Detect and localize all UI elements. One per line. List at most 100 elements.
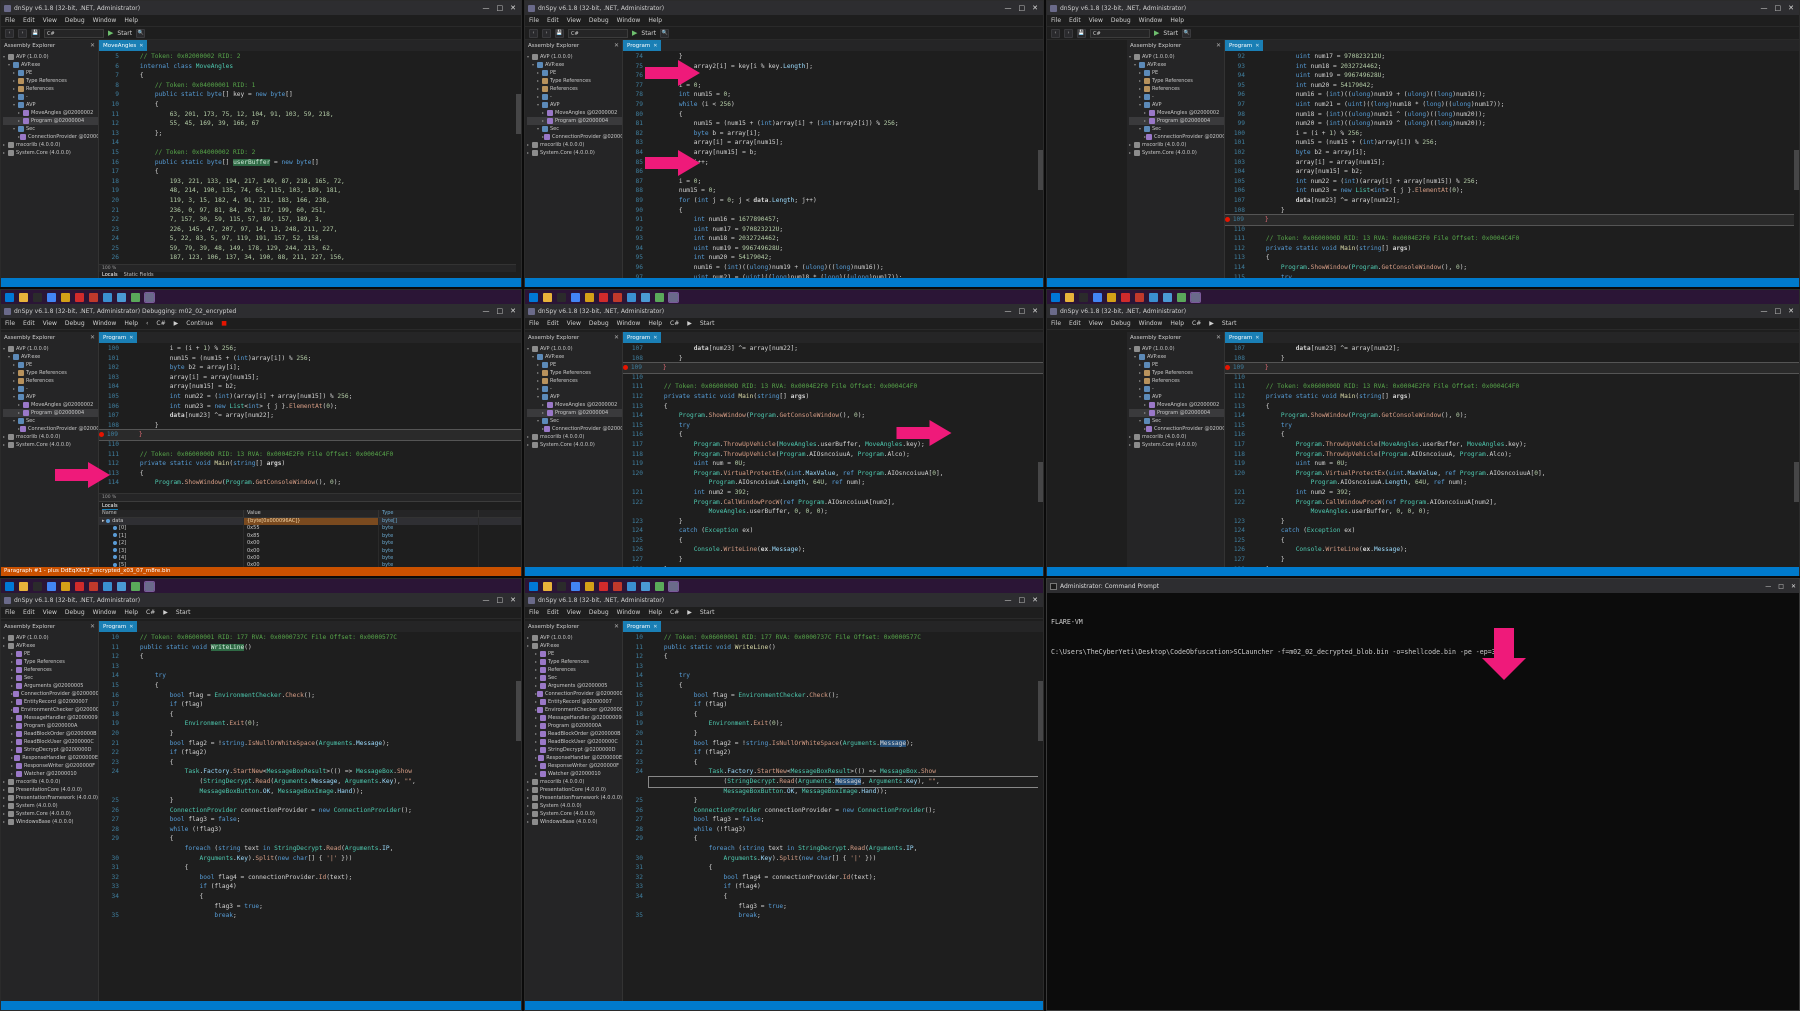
fakenet-icon[interactable] xyxy=(75,581,84,591)
code-line[interactable]: 27 bool flag3 = false; xyxy=(99,815,521,825)
fakenet-icon[interactable] xyxy=(1121,292,1130,302)
locals-row[interactable]: [1] 0x85 byte xyxy=(99,532,521,541)
tree-node[interactable]: ▸ ConnectionProvider @02000006 xyxy=(3,690,98,698)
tree-node[interactable]: ▸ PE xyxy=(3,361,98,369)
vertical-scrollbar[interactable] xyxy=(516,90,521,275)
code-line[interactable]: foreach (string text in StringDecrypt.Re… xyxy=(623,844,1043,854)
toolbar[interactable]: ‹ › 💾 C# ▶ Start 🔍 xyxy=(1,27,521,40)
tree-node[interactable]: ▸ mscorlib (4.0.0.0) xyxy=(527,778,622,786)
code-line[interactable]: 26 187, 123, 106, 137, 34, 190, 88, 211,… xyxy=(99,253,521,263)
code-line[interactable]: 24 5, 22, 83, 5, 97, 119, 191, 157, 52, … xyxy=(99,234,521,244)
code-text[interactable]: num16 = (int)((ulong)num19 + (ulong)((lo… xyxy=(1251,90,1799,100)
tab-program[interactable]: Program ✕ xyxy=(99,332,138,343)
code-line[interactable]: (StringDecrypt.Read(Arguments.Message, A… xyxy=(99,777,521,787)
forward-icon[interactable]: › xyxy=(542,28,551,38)
taskbar[interactable] xyxy=(525,290,1043,304)
code-line[interactable]: 11 public static void WriteLine() xyxy=(623,643,1043,653)
code-line[interactable]: 24 Task.Factory.StartNew<MessageBoxResul… xyxy=(99,767,521,777)
code-line[interactable]: 25 } xyxy=(623,796,1043,806)
code-line[interactable]: 35 break; xyxy=(623,911,1043,921)
code-text[interactable]: Program.VirtualProtectEx(uint.MaxValue, … xyxy=(1251,469,1799,479)
tabstrip[interactable]: Program ✕ xyxy=(623,332,1043,343)
code-text[interactable]: (StringDecrypt.Read(Arguments.Message, A… xyxy=(648,775,1043,788)
code-text[interactable]: } xyxy=(1251,517,1799,527)
code-text[interactable]: private static void Main(string[] args) xyxy=(125,459,521,469)
window-buttons[interactable]: — □ ✕ xyxy=(1005,596,1041,604)
code-line[interactable]: 93 int num18 = 2032724462; xyxy=(623,234,1043,244)
code-text[interactable]: int num20 = 54179042; xyxy=(649,253,1043,263)
tree-node[interactable]: ▸ AVP (1.0.0.0) xyxy=(527,634,622,642)
code-text[interactable]: { xyxy=(649,710,1043,720)
tree-node[interactable]: ▸ ResponseWriter @0200000F xyxy=(3,762,98,770)
code-line[interactable]: 22 7, 157, 30, 59, 115, 57, 89, 157, 189… xyxy=(99,215,521,225)
code-line[interactable]: 102 byte b2 = array[i]; xyxy=(1225,148,1799,158)
tree-node[interactable]: ▾ Sec xyxy=(527,125,622,133)
tree-node[interactable]: ▸ Program @0200000A xyxy=(527,722,622,730)
code-line[interactable]: 105 int num22 = (int)(array[i] + array[n… xyxy=(99,392,521,402)
code-text[interactable]: { xyxy=(649,402,1043,412)
tree-node[interactable]: ▾ AVP xyxy=(527,393,622,401)
code-line[interactable]: 29 { xyxy=(623,834,1043,844)
code-text[interactable]: // Token: 0x0600000D RID: 13 RVA: 0x0004… xyxy=(1251,382,1799,392)
code-line[interactable]: 16 public static byte[] userBuffer = new… xyxy=(99,158,521,168)
start-button[interactable] xyxy=(529,581,538,591)
close-icon[interactable]: ✕ xyxy=(129,624,133,630)
window-buttons[interactable]: — □ ✕ xyxy=(483,4,519,12)
menu-file[interactable]: File xyxy=(5,609,15,616)
maximize-icon[interactable]: □ xyxy=(1778,583,1784,590)
locals-row[interactable]: [0] 0x55 byte xyxy=(99,525,521,533)
menu-help[interactable]: Help xyxy=(648,17,662,24)
menu-view[interactable]: View xyxy=(567,609,581,616)
code-line[interactable]: 33 if (flag4) xyxy=(99,882,521,892)
code-editor[interactable]: 107 data[num23] ^= array[num22]; 108 } 109… xyxy=(1225,343,1799,576)
code-line[interactable]: 116 { xyxy=(623,430,1043,440)
code-line[interactable]: 76 } xyxy=(623,71,1043,81)
start-button[interactable] xyxy=(5,292,14,302)
menu-window[interactable]: Window xyxy=(1139,17,1163,24)
menubar[interactable]: File Edit View Debug Window Help C# ▶ St… xyxy=(525,318,1043,330)
code-text[interactable]: try xyxy=(649,671,1043,681)
code-text[interactable]: flag3 = true; xyxy=(649,902,1043,912)
titlebar[interactable]: Administrator: Command Prompt — □ ✕ xyxy=(1047,579,1799,593)
vertical-scrollbar[interactable] xyxy=(1794,90,1799,275)
tree-node[interactable]: ▸ AVP.exe xyxy=(527,642,622,650)
code-text[interactable]: 193, 221, 133, 194, 217, 149, 87, 218, 1… xyxy=(125,177,521,187)
code-text[interactable]: Program.ThrowUpVehicle(MoveAngles.userBu… xyxy=(1251,440,1799,450)
code-line[interactable]: 111 // Token: 0x0600000D RID: 13 RVA: 0x… xyxy=(1225,234,1799,244)
tab-program[interactable]: Program ✕ xyxy=(99,621,138,632)
menu-edit[interactable]: Edit xyxy=(23,320,35,327)
assembly-explorer[interactable]: Assembly Explorer ✕ ▾ AVP (1.0.0.0) ▾ AVP.e… xyxy=(1127,40,1225,287)
close-icon[interactable]: ✕ xyxy=(1032,596,1038,604)
tree-node[interactable]: ▸ConnectionProvider @02000003 xyxy=(1129,425,1224,433)
code-line[interactable]: 110 xyxy=(1225,373,1799,383)
taskbar[interactable] xyxy=(1047,290,1799,304)
code-line[interactable]: 16 bool flag = EnvironmentChecker.Check(… xyxy=(623,691,1043,701)
dnspy-icon[interactable] xyxy=(144,580,155,592)
menu-view[interactable]: View xyxy=(567,320,581,327)
code-line[interactable]: 74 } xyxy=(623,52,1043,62)
assembly-explorer[interactable]: Assembly Explorer ✕ ▾ AVP (1.0.0.0) ▾ AVP.e… xyxy=(1,332,99,576)
code-text[interactable]: 48, 214, 190, 135, 74, 65, 115, 103, 189… xyxy=(125,186,521,196)
code-line[interactable]: 127 } xyxy=(1225,555,1799,565)
code-line[interactable]: MessageBoxButton.OK, MessageBoxImage.Han… xyxy=(623,787,1043,797)
close-icon[interactable]: ✕ xyxy=(614,334,619,341)
code-line[interactable]: 119 uint num = 0U; xyxy=(1225,459,1799,469)
code-line[interactable]: MoveAngles.userBuffer, 0, 0, 0); xyxy=(1225,507,1799,517)
code-text[interactable]: private static void Main(string[] args) xyxy=(649,392,1043,402)
code-line[interactable]: 108 } xyxy=(1225,206,1799,216)
menu-file[interactable]: File xyxy=(1051,320,1061,327)
file-explorer-icon[interactable] xyxy=(1065,292,1074,302)
code-line[interactable]: 124 catch (Exception ex) xyxy=(1225,526,1799,536)
close-icon[interactable]: ✕ xyxy=(510,307,516,315)
code-text[interactable]: { xyxy=(125,710,521,720)
tree-node[interactable]: ▸ - xyxy=(527,385,622,393)
tree-node[interactable]: ▸ MoveAngles @02000002 xyxy=(1129,401,1224,409)
code-text[interactable]: bool flag2 = !string.IsNullOrWhiteSpace(… xyxy=(649,739,1043,749)
code-line[interactable]: 96 num16 = (int)((ulong)num19 + (ulong)(… xyxy=(1225,90,1799,100)
code-text[interactable]: bool flag = EnvironmentChecker.Check(); xyxy=(649,691,1043,701)
code-line[interactable]: 22 if (flag2) xyxy=(99,748,521,758)
maximize-icon[interactable]: □ xyxy=(497,4,504,12)
code-text[interactable]: Environment.Exit(0); xyxy=(125,719,521,729)
vertical-scrollbar[interactable] xyxy=(1038,382,1043,564)
tree-node[interactable]: ▸ Program @02000004 xyxy=(3,409,98,417)
